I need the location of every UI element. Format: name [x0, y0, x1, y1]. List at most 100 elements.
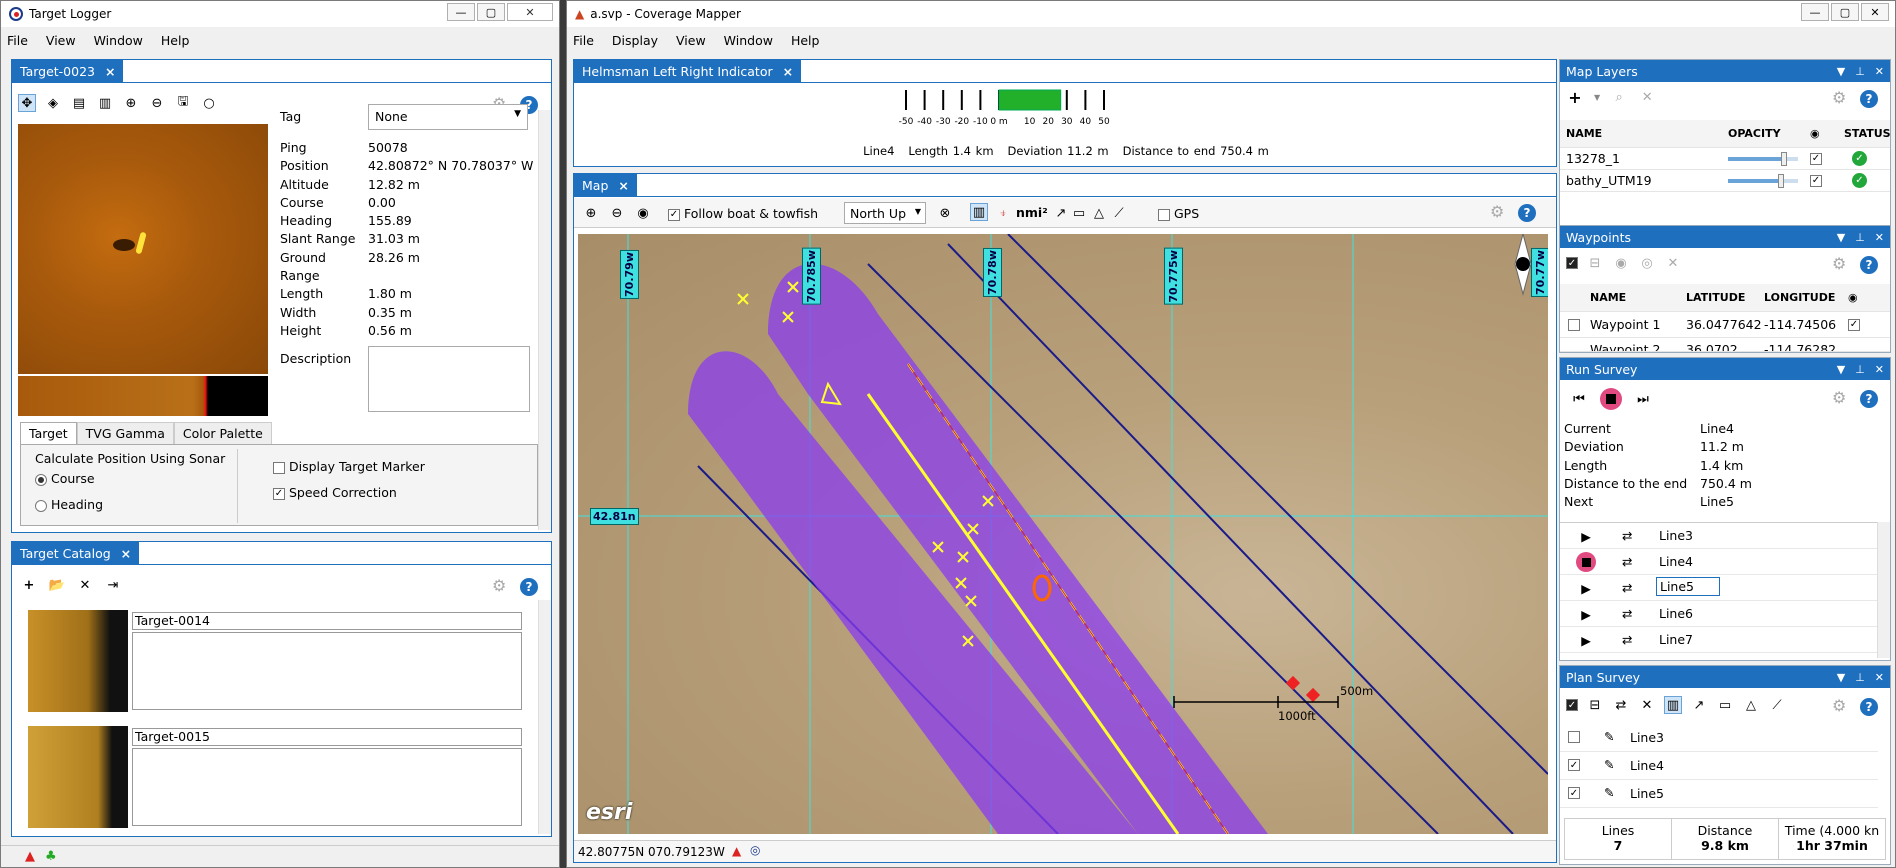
menu-view[interactable]: View: [676, 33, 706, 48]
run-line-row[interactable]: ▶ ⇄ Line5: [1560, 575, 1878, 601]
export-icon[interactable]: ⇥: [104, 576, 122, 594]
play-line-icon[interactable]: ▶: [1576, 526, 1596, 546]
tab-helmsman[interactable]: Helmsman Left Right Indicator ×: [574, 60, 802, 82]
map-gear-icon[interactable]: ⚙: [1490, 202, 1504, 221]
add-layer-icon[interactable]: +: [1566, 88, 1584, 107]
save-icon[interactable]: 🖫: [174, 94, 192, 112]
rectangle-tool-icon[interactable]: ▭: [1070, 204, 1088, 222]
mapper-maximize-button[interactable]: ▢: [1831, 3, 1859, 21]
plan-line-checkbox[interactable]: ✓: [1568, 759, 1580, 771]
reverse-icon[interactable]: ⇄: [1622, 528, 1632, 543]
zoom-in-icon[interactable]: ⊕: [122, 94, 140, 112]
subtab-tvg-gamma[interactable]: TVG Gamma: [76, 422, 174, 445]
map-zoom-in-icon[interactable]: ⊕: [582, 204, 600, 222]
reverse-icon[interactable]: ⇄: [1622, 606, 1632, 621]
waypoints-gear-icon[interactable]: ⚙: [1832, 254, 1846, 273]
edit-icon[interactable]: ✎: [1604, 757, 1614, 772]
mapper-close-button[interactable]: ✕: [1861, 3, 1889, 21]
run-gear-icon[interactable]: ⚙: [1832, 388, 1846, 407]
catalog-gear-icon[interactable]: ⚙: [492, 576, 506, 595]
delete-icon[interactable]: ✕: [1664, 254, 1682, 272]
catalog-name[interactable]: Target-0015: [132, 728, 522, 746]
close-map-icon[interactable]: ×: [618, 178, 628, 193]
dropdown-icon[interactable]: ▼: [1837, 65, 1845, 78]
radio-heading[interactable]: Heading: [35, 497, 103, 512]
description-field[interactable]: [368, 346, 530, 412]
opacity-handle[interactable]: [1781, 152, 1787, 166]
plan-line-checkbox[interactable]: ✓: [1568, 787, 1580, 799]
search-icon[interactable]: ⌕: [1610, 88, 1628, 106]
run-line-row[interactable]: ▶ ⇄ Line6: [1560, 601, 1878, 627]
visible-checkbox[interactable]: ✓: [1810, 152, 1822, 165]
radio-course[interactable]: Course: [35, 471, 95, 486]
close-icon[interactable]: ✕: [1875, 671, 1884, 684]
map-help-icon[interactable]: ?: [1518, 204, 1536, 222]
play-line-icon[interactable]: ▶: [1576, 630, 1596, 650]
run-line-row[interactable]: ▶ ⇄ Line7: [1560, 627, 1878, 653]
layer-row[interactable]: 13278_1 ✓ ✓: [1560, 148, 1890, 170]
play-line-icon[interactable]: ▶: [1576, 604, 1596, 624]
collapse-icon[interactable]: ⊟: [1586, 696, 1604, 714]
subtab-color-palette[interactable]: Color Palette: [173, 422, 272, 445]
stop-icon[interactable]: [1600, 388, 1622, 410]
run-line-row[interactable]: ▶ ⇄ Line3: [1560, 523, 1878, 549]
pin-icon[interactable]: ⊥: [1855, 363, 1865, 376]
minimize-button[interactable]: —: [447, 3, 475, 21]
follow-boat-checkbox[interactable]: ✓ Follow boat & towfish: [668, 206, 818, 221]
delete-icon[interactable]: ✕: [76, 576, 94, 594]
arrow-tool-icon[interactable]: ↗: [1690, 696, 1708, 714]
speed-correction-checkbox[interactable]: ✓ Speed Correction: [273, 485, 397, 500]
globe-icon[interactable]: ◉: [634, 204, 652, 222]
catalog-name[interactable]: Target-0014: [132, 612, 522, 630]
tab-map[interactable]: Map ×: [574, 174, 637, 196]
edit-icon[interactable]: ✎: [1604, 729, 1614, 744]
next-line-icon[interactable]: ⏭: [1634, 390, 1652, 408]
tab-target-catalog[interactable]: Target Catalog ×: [12, 542, 140, 564]
reverse-icon[interactable]: ⇄: [1612, 696, 1630, 714]
select-all-checkbox[interactable]: ✓: [1566, 699, 1578, 711]
plan-line-row[interactable]: ✓ ✎ Line5: [1560, 780, 1878, 808]
catalog-notes[interactable]: [132, 632, 522, 710]
layers-gear-icon[interactable]: ⚙: [1832, 88, 1846, 107]
tab-target-0023[interactable]: Target-0023 ×: [12, 60, 124, 82]
catalog-item[interactable]: Target-0015: [28, 726, 532, 828]
tag-icon[interactable]: ◈: [44, 94, 62, 112]
plan-line-checkbox[interactable]: [1568, 731, 1580, 743]
sonar-strip[interactable]: [18, 376, 268, 416]
waypoint-checkbox[interactable]: [1568, 318, 1580, 331]
add-icon[interactable]: +: [20, 576, 38, 594]
hide-icon[interactable]: ◎: [1638, 254, 1656, 272]
stop-line-icon[interactable]: [1576, 552, 1596, 572]
image-icon[interactable]: ▤: [70, 94, 88, 112]
rectangle-tool-icon[interactable]: ▭: [1716, 696, 1734, 714]
delete-icon[interactable]: ✕: [1638, 696, 1656, 714]
triangle-tool-icon[interactable]: △: [1090, 204, 1108, 222]
reverse-icon[interactable]: ⇄: [1622, 632, 1632, 647]
waypoint-row[interactable]: Waypoint 1 36.0477642 -114.74506 ✓: [1560, 312, 1890, 338]
pin-icon[interactable]: ⊥: [1855, 671, 1865, 684]
close-icon[interactable]: ✕: [1875, 363, 1884, 376]
catalog-scrollbar[interactable]: [538, 600, 551, 834]
display-target-marker-checkbox[interactable]: Display Target Marker: [273, 459, 425, 474]
eye-icon[interactable]: ◉: [1612, 254, 1630, 272]
dropdown-icon[interactable]: ▼: [1837, 363, 1845, 376]
close-button[interactable]: ✕: [507, 3, 553, 21]
measure-icon[interactable]: ⍖: [994, 204, 1012, 222]
triangle-tool-icon[interactable]: △: [1742, 696, 1760, 714]
map-canvas[interactable]: 70.79w 70.785w 70.78w 70.775w 70.77w 42.…: [578, 234, 1548, 834]
remove-layer-icon[interactable]: ✕: [1638, 88, 1656, 106]
collapse-icon[interactable]: ⊟: [1586, 254, 1604, 272]
menu-help[interactable]: Help: [791, 33, 820, 48]
menu-help[interactable]: Help: [161, 33, 190, 48]
close-tab-icon[interactable]: ×: [105, 64, 115, 79]
clear-icon[interactable]: ⊗: [936, 204, 954, 222]
pin-icon[interactable]: ⊥: [1855, 65, 1865, 78]
dropdown-icon[interactable]: ▼: [1837, 231, 1845, 244]
target-scrollbar[interactable]: [538, 110, 551, 530]
menu-window[interactable]: Window: [724, 33, 773, 48]
menu-window[interactable]: Window: [94, 33, 143, 48]
plan-line-row[interactable]: ✓ ✎ Line4: [1560, 752, 1878, 780]
close-helmsman-icon[interactable]: ×: [783, 64, 793, 79]
layers-help-icon[interactable]: ?: [1860, 90, 1878, 108]
play-line-icon[interactable]: ▶: [1576, 578, 1596, 598]
